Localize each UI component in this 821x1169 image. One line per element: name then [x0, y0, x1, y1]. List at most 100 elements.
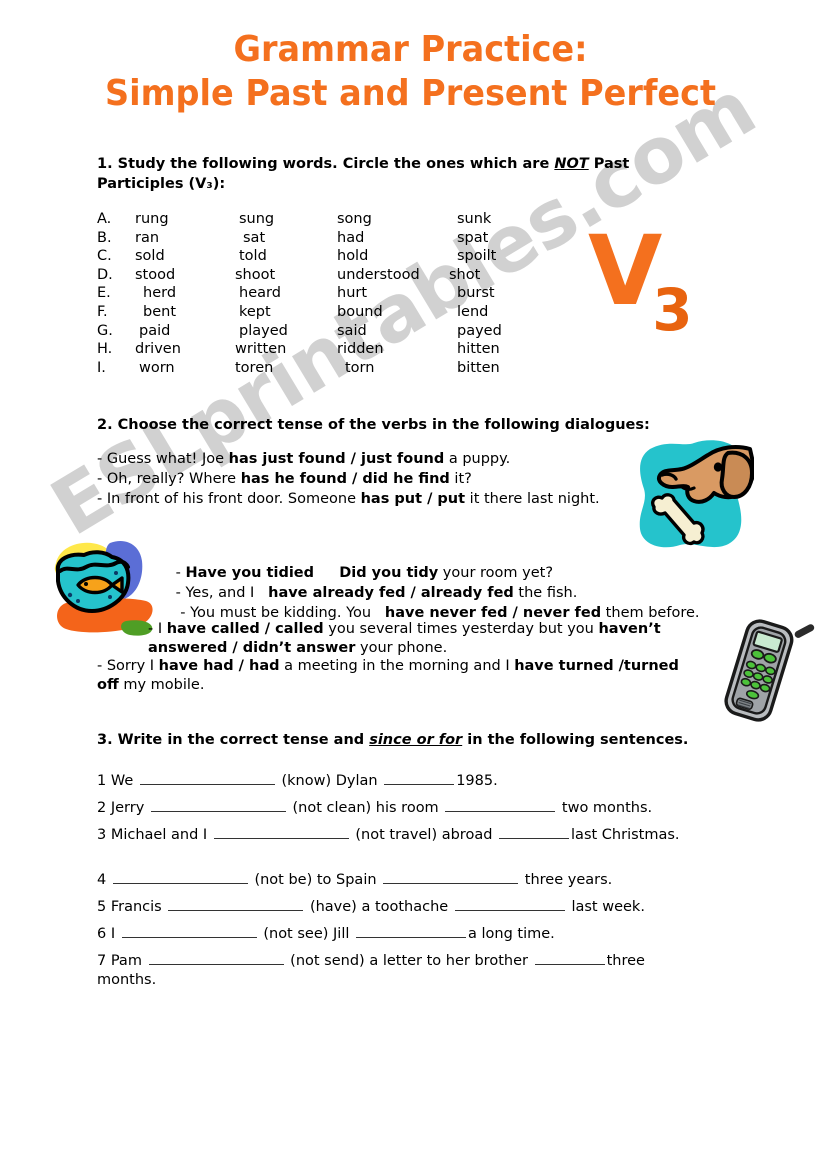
answer-blank[interactable] [384, 770, 455, 785]
word-cell[interactable]: paid [135, 322, 235, 341]
word-cell[interactable]: worn [135, 359, 235, 378]
ex3-instruction-emphasis: since or for [369, 732, 463, 748]
table-row: I. worn toren torn bitten [97, 359, 537, 378]
exercise-2-instruction: 2. Choose the correct tense of the verbs… [97, 417, 650, 433]
dialogue-text: your phone. [355, 640, 448, 656]
word-cell[interactable]: shot [449, 266, 537, 285]
item-text: (not clean) his room [287, 800, 444, 816]
word-cell[interactable]: ridden [337, 340, 449, 359]
word-cell[interactable]: shoot [235, 266, 337, 285]
answer-blank[interactable] [168, 896, 304, 911]
word-cell[interactable]: bound [337, 303, 449, 322]
item-text: last week. [566, 899, 645, 915]
answer-blank[interactable] [499, 824, 570, 839]
item-number: 1 [97, 773, 107, 789]
ex3-instruction-pre: 3. Write in the correct tense and [97, 732, 370, 748]
table-row: E. herd heard hurt burst [97, 284, 537, 303]
verb-options[interactable]: have never fed / never fed [385, 605, 601, 621]
dialogue-text: it there last night. [465, 491, 600, 507]
item-number: 4 [97, 872, 107, 888]
word-cell[interactable]: driven [135, 340, 235, 359]
dialogue-line: - Oh, really? Where has he found / did h… [97, 470, 617, 489]
v3-graphic: V3 [588, 223, 703, 339]
word-cell[interactable]: said [337, 322, 449, 341]
verb-options[interactable]: have called / called [167, 621, 324, 637]
verb-options[interactable]: have had / had [159, 658, 280, 674]
table-row: H. driven written ridden hitten [97, 340, 537, 359]
word-cell[interactable]: spoilt [449, 247, 537, 266]
answer-blank[interactable] [112, 869, 248, 884]
item-number: 5 [97, 899, 107, 915]
verb-options[interactable]: has he found / did he find [241, 471, 450, 487]
past-participle-word-table: A. rung sung song sunk B. ran sat had sp… [97, 210, 537, 377]
answer-blank[interactable] [121, 923, 257, 938]
exercise-3-instruction: 3. Write in the correct tense and since … [97, 730, 737, 750]
word-cell[interactable]: herd [135, 284, 235, 303]
word-cell[interactable]: sold [135, 247, 235, 266]
item-text: Jerry [110, 800, 149, 816]
answer-blank[interactable] [445, 797, 556, 812]
item-number: 7 [97, 953, 107, 969]
row-letter: E. [97, 285, 111, 302]
word-cell[interactable]: sung [235, 210, 337, 229]
word-cell[interactable]: toren [235, 359, 337, 378]
ex1-instruction-pre: 1. Study the following words. Circle the… [97, 156, 555, 172]
word-cell[interactable]: sunk [449, 210, 537, 229]
word-cell[interactable]: had [337, 229, 449, 248]
table-row: D. stood shoot understood shot [97, 266, 537, 285]
answer-blank[interactable] [148, 950, 284, 965]
word-cell[interactable]: hitten [449, 340, 537, 359]
answer-blank[interactable] [356, 923, 466, 938]
word-cell[interactable]: stood [135, 266, 235, 285]
v3-subscript: 3 [652, 276, 693, 344]
word-cell[interactable]: hold [337, 247, 449, 266]
word-cell[interactable]: hurt [337, 284, 449, 303]
item-text: We [110, 773, 138, 789]
item-text: a long time. [468, 926, 555, 942]
item-text: I [110, 926, 120, 942]
fill-in-item: 6 I (not see) Jill a long time. [97, 923, 717, 944]
row-letter: F. [97, 303, 108, 320]
row-letter: I. [97, 359, 106, 376]
fill-in-item: 7 Pam (not send) a letter to her brother… [97, 950, 707, 990]
word-cell[interactable]: played [235, 322, 337, 341]
word-cell[interactable]: torn [337, 359, 449, 378]
answer-blank[interactable] [213, 824, 349, 839]
dialogue-text: - Sorry I [97, 658, 159, 674]
word-cell[interactable]: ran [135, 229, 235, 248]
verb-options[interactable]: has just found / just found [229, 451, 445, 467]
dialogue-text: - You must be kidding. You [175, 605, 385, 621]
word-cell[interactable]: told [235, 247, 337, 266]
word-cell[interactable]: lend [449, 303, 537, 322]
answer-blank[interactable] [150, 797, 286, 812]
answer-blank[interactable] [534, 950, 605, 965]
verb-options[interactable]: has put / put [361, 491, 465, 507]
word-cell[interactable]: written [235, 340, 337, 359]
word-cell[interactable]: rung [135, 210, 235, 229]
item-text: Michael and I [110, 827, 212, 843]
word-cell[interactable]: understood [337, 266, 449, 285]
item-text: 1985. [456, 773, 498, 789]
word-cell[interactable]: spat [449, 229, 537, 248]
row-letter: C. [97, 248, 112, 265]
item-text: (not send) a letter to her brother [285, 953, 533, 969]
item-text: (know) Dylan [276, 773, 383, 789]
item-text: (have) a toothache [305, 899, 453, 915]
table-row: B. ran sat had spat [97, 229, 537, 248]
item-text: (not be) to Spain [249, 872, 382, 888]
fill-in-item: 3 Michael and I (not travel) abroad last… [97, 824, 697, 845]
word-cell[interactable]: bent [135, 303, 235, 322]
table-row: G. paid played said payed [97, 322, 537, 341]
answer-blank[interactable] [383, 869, 519, 884]
item-text: Francis [110, 899, 167, 915]
word-cell[interactable]: payed [449, 322, 537, 341]
word-cell[interactable]: burst [449, 284, 537, 303]
word-cell[interactable]: heard [235, 284, 337, 303]
word-cell[interactable]: song [337, 210, 449, 229]
dialogue-text: my mobile. [118, 677, 205, 693]
word-cell[interactable]: kept [235, 303, 337, 322]
answer-blank[interactable] [139, 770, 275, 785]
word-cell[interactable]: sat [235, 229, 337, 248]
answer-blank[interactable] [454, 896, 565, 911]
word-cell[interactable]: bitten [449, 359, 537, 378]
